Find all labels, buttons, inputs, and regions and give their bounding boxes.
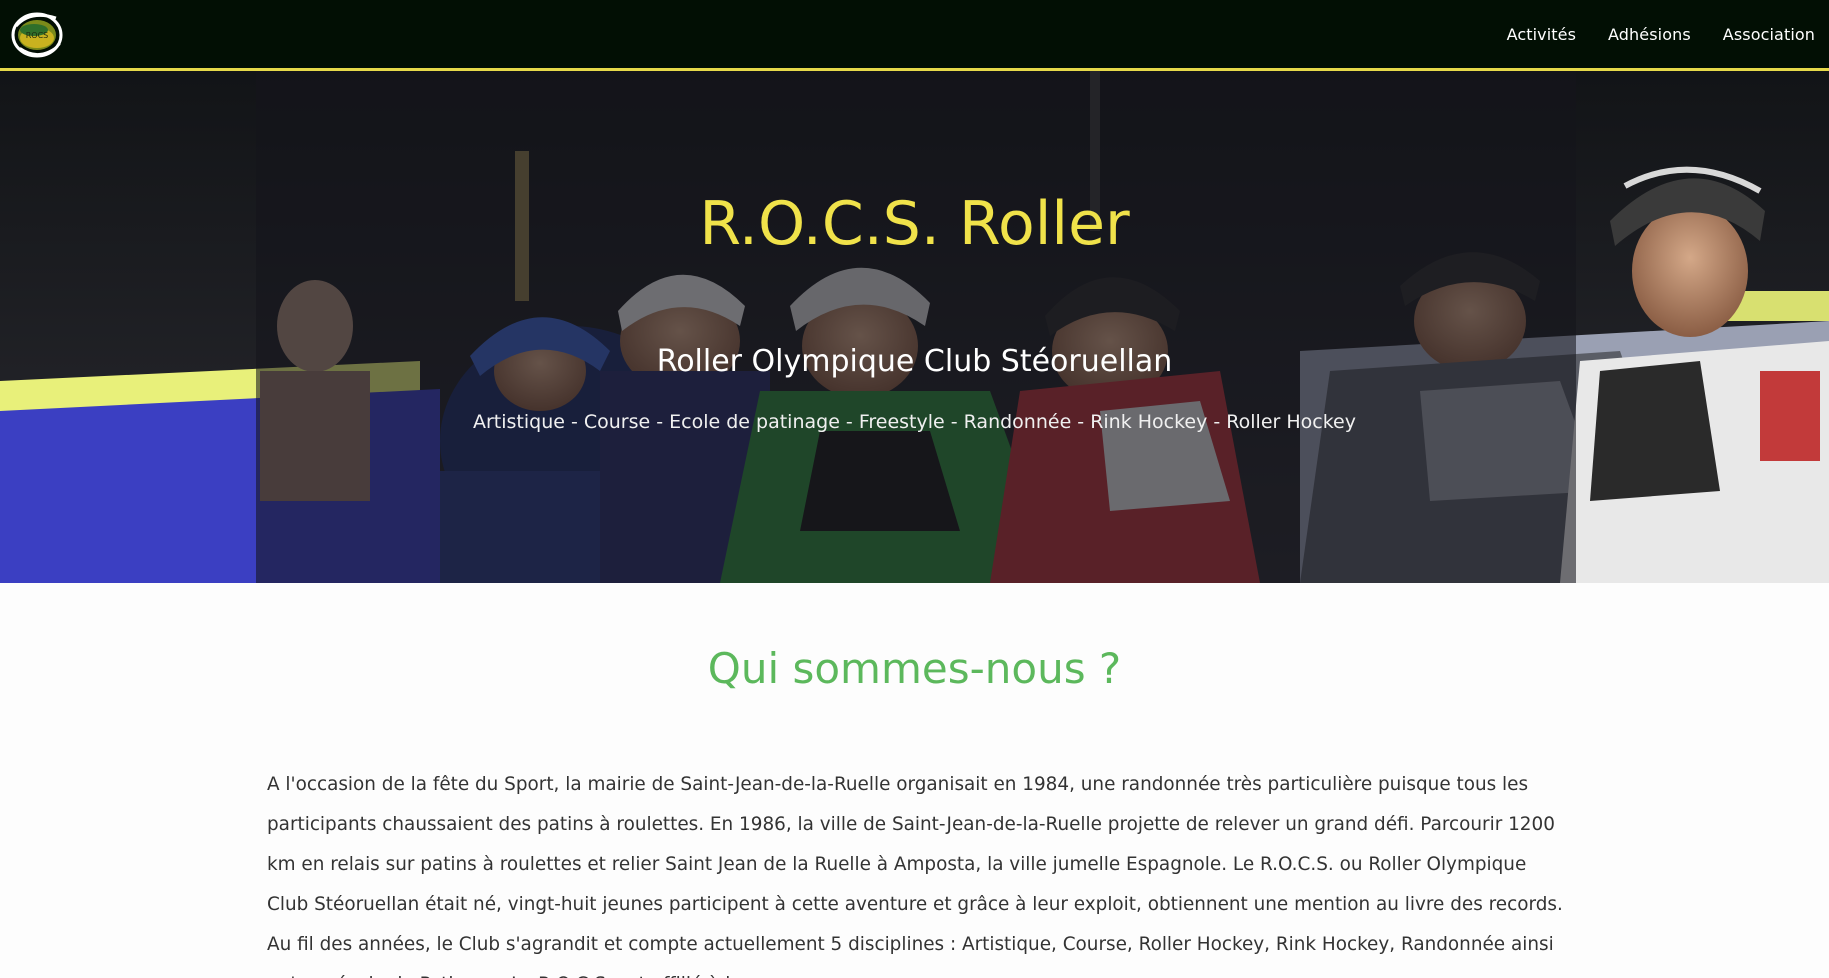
hero-subtitle: Roller Olympique Club Stéoruellan (656, 344, 1173, 379)
nav-links: Activités Adhésions Association (1507, 0, 1815, 68)
hero-overlay (256, 71, 1576, 583)
rocs-logo[interactable]: ROCS (10, 8, 65, 60)
nav-link-adhesions[interactable]: Adhésions (1608, 25, 1691, 44)
logo-icon: ROCS (11, 12, 63, 58)
about-title: Qui sommes-nous ? (707, 644, 1122, 693)
hero-banner: R.O.C.S. Roller Roller Olympique Club St… (0, 71, 1829, 583)
nav-link-activites[interactable]: Activités (1507, 25, 1576, 44)
hero-title: R.O.C.S. Roller (699, 189, 1130, 259)
hero-disciplines: Artistique - Course - Ecole de patinage … (472, 411, 1356, 433)
svg-text:ROCS: ROCS (26, 31, 49, 40)
nav-link-association[interactable]: Association (1723, 25, 1815, 44)
navbar: ROCS Activités Adhésions Association (0, 0, 1829, 71)
about-text: A l'occasion de la fête du Sport, la mai… (267, 774, 1563, 978)
